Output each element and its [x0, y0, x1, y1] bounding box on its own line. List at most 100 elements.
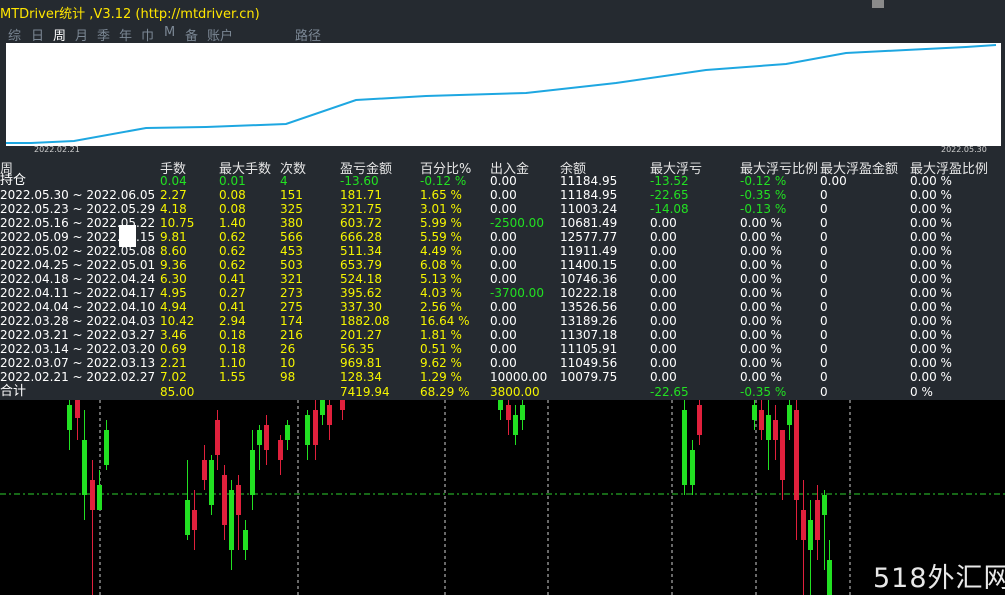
cell-max-dd: 0.00	[650, 370, 677, 384]
cell-pct: 1.65 %	[420, 188, 462, 202]
table-row[interactable]: 2022.02.21 ~ 2022.02.27 7.02 1.55 98 128.34 1…	[0, 370, 1005, 384]
mouse-cursor-box	[119, 225, 136, 247]
tab-8[interactable]: 备	[185, 25, 198, 44]
table-row[interactable]: 2022.04.25 ~ 2022.05.01 9.36 0.62 503 653.79…	[0, 258, 1005, 272]
candle-body	[104, 430, 109, 465]
table-row[interactable]: 持仓 0.04 0.01 4 -13.60 -0.12 % 0.00 11184.95 -13.…	[0, 174, 1005, 189]
candle-body	[185, 500, 190, 535]
cell-balance: 10222.18	[560, 286, 618, 300]
cell-cash: -2500.00	[490, 216, 544, 230]
table-row[interactable]: 2022.03.28 ~ 2022.04.03 10.42 2.94 174 1882.…	[0, 314, 1005, 328]
candle-body	[313, 410, 318, 445]
cell-cash: -3700.00	[490, 286, 544, 300]
candle-body	[285, 425, 290, 440]
cell-lots: 2.21	[160, 356, 187, 370]
cell-pct: 0.51 %	[420, 342, 462, 356]
cell-pnl: 969.81	[340, 356, 382, 370]
cell-max-fp-pct: 0.00 %	[910, 328, 952, 342]
cell-max-lots: 0.62	[219, 258, 246, 272]
table-row[interactable]: 2022.05.02 ~ 2022.05.08 8.60 0.62 453 511.34…	[0, 244, 1005, 258]
cell-max-dd: -22.65	[650, 188, 689, 202]
cell-period: 2022.05.23 ~ 2022.05.29	[0, 202, 156, 216]
table-total-row[interactable]: 合计 85.00 7419.94 68.29 % 3800.00 -22.65 -0.35 …	[0, 385, 1005, 400]
cell-cash: 0.00	[490, 314, 517, 328]
cell-pct: 4.03 %	[420, 286, 462, 300]
cell-max-dd-pct: -0.12 %	[740, 174, 787, 188]
candle-body	[250, 450, 255, 495]
panel-close-button[interactable]	[872, 0, 884, 8]
tab-1[interactable]: 日	[31, 25, 44, 44]
watermark-logo: 518外汇网	[873, 563, 1005, 594]
cell-cash: 0.00	[490, 244, 517, 258]
cell-max-fp-pct: 0.00 %	[910, 314, 952, 328]
tab-3[interactable]: 月	[75, 25, 88, 44]
cell-max-dd: -13.52	[650, 174, 689, 188]
cell-max-fp-pct: 0.00 %	[910, 202, 952, 216]
candle-body	[75, 400, 80, 418]
cell-pct: 3.01 %	[420, 202, 462, 216]
cell-max-dd-pct: 0.00 %	[740, 244, 782, 258]
candle-body	[215, 420, 220, 455]
cell-max-lots: 0.08	[219, 188, 246, 202]
cell-max-fp: 0	[820, 370, 828, 384]
stats-panel: MTDriver统计 ,V3.12 (http://mtdriver.cn) 综…	[0, 0, 1005, 400]
table-row[interactable]: 2022.05.23 ~ 2022.05.29 4.18 0.08 325 321.75…	[0, 202, 1005, 216]
tab-5[interactable]: 年	[119, 25, 132, 44]
cell-max-fp-pct: 0.00 %	[910, 272, 952, 286]
cell-max-dd: 0.00	[650, 356, 677, 370]
equity-curve-line	[6, 44, 997, 144]
cell-pnl: 653.79	[340, 258, 382, 272]
cell-max-fp-pct: 0.00 %	[910, 230, 952, 244]
equity-x-start-label: 2022.02.21	[34, 145, 80, 154]
cell-count: 321	[280, 272, 303, 286]
cell-max-dd: 0.00	[650, 314, 677, 328]
cell-max-dd-pct: -0.35 %	[740, 385, 787, 399]
cell-pnl: 7419.94	[340, 385, 390, 399]
cell-lots: 4.18	[160, 202, 187, 216]
cell-max-fp: 0	[820, 244, 828, 258]
cell-max-fp: 0	[820, 202, 828, 216]
cell-max-dd-pct: 0.00 %	[740, 328, 782, 342]
candle-body	[773, 420, 778, 440]
table-row[interactable]: 2022.03.07 ~ 2022.03.13 2.21 1.10 10 969.81 9…	[0, 356, 1005, 370]
cell-pnl: 128.34	[340, 370, 382, 384]
cell-cash: 0.00	[490, 174, 517, 188]
tab-6[interactable]: 巾	[141, 25, 154, 44]
cell-period: 2022.04.25 ~ 2022.05.01	[0, 258, 156, 272]
cell-lots: 0.69	[160, 342, 187, 356]
cell-max-lots: 1.55	[219, 370, 246, 384]
cell-count: 151	[280, 188, 303, 202]
table-row[interactable]: 2022.03.14 ~ 2022.03.20 0.69 0.18 26 56.35 0.…	[0, 342, 1005, 356]
tab-9[interactable]: 账户	[207, 25, 233, 44]
tab-0[interactable]: 综	[8, 25, 21, 44]
table-row[interactable]: 2022.05.30 ~ 2022.06.05 2.27 0.08 151 181.71…	[0, 188, 1005, 202]
table-row[interactable]: 2022.05.09 ~ 2022.05.15 9.81 0.62 566 666.28…	[0, 230, 1005, 244]
cell-pct: 1.81 %	[420, 328, 462, 342]
cell-max-dd: 0.00	[650, 342, 677, 356]
cell-max-dd-pct: 0.00 %	[740, 272, 782, 286]
cell-max-fp: 0	[820, 286, 828, 300]
cell-cash: 0.00	[490, 342, 517, 356]
cell-count: 453	[280, 244, 303, 258]
cell-period: 2022.03.28 ~ 2022.04.03	[0, 314, 156, 328]
cell-count: 26	[280, 342, 296, 356]
cell-cash: 0.00	[490, 272, 517, 286]
table-row[interactable]: 2022.04.18 ~ 2022.04.24 6.30 0.41 321 524.18…	[0, 272, 1005, 286]
table-row[interactable]: 2022.03.21 ~ 2022.03.27 3.46 0.18 216 201.27…	[0, 328, 1005, 342]
cell-period: 2022.03.14 ~ 2022.03.20	[0, 342, 156, 356]
table-row[interactable]: 2022.05.16 ~ 2022.05.22 10.75 1.40 380 603.7…	[0, 216, 1005, 230]
cell-period: 2022.03.07 ~ 2022.03.13	[0, 356, 156, 370]
cell-lots: 8.60	[160, 244, 187, 258]
cell-period: 2022.03.21 ~ 2022.03.27	[0, 328, 156, 342]
cell-max-dd: 0.00	[650, 244, 677, 258]
table-row[interactable]: 2022.04.11 ~ 2022.04.17 4.95 0.27 273 395.62…	[0, 286, 1005, 300]
tab-10[interactable]: 路径	[295, 25, 321, 44]
cell-max-fp-pct: 0.00 %	[910, 342, 952, 356]
cell-count: 4	[280, 174, 288, 188]
table-row[interactable]: 2022.04.04 ~ 2022.04.10 4.94 0.41 275 337.30…	[0, 300, 1005, 314]
tab-4[interactable]: 季	[97, 25, 110, 44]
cell-max-dd-pct: 0.00 %	[740, 300, 782, 314]
cell-max-fp: 0	[820, 314, 828, 328]
tab-2[interactable]: 周	[53, 25, 66, 44]
tab-7[interactable]: M	[164, 25, 175, 40]
